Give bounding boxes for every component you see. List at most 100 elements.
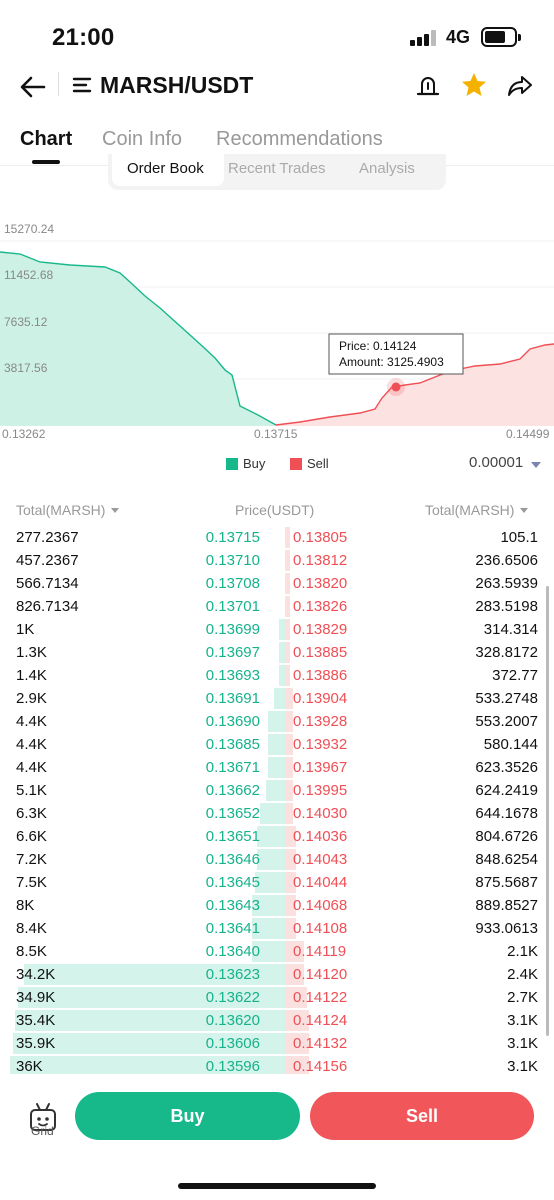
orderbook-row[interactable]: 4.4K 0.13671 0.13967 623.3526 (0, 756, 554, 779)
ask-price[interactable]: 0.13967 (293, 759, 347, 776)
bid-price[interactable]: 0.13671 (206, 759, 260, 776)
orderbook-row[interactable]: 8K 0.13643 0.14068 889.8527 (0, 894, 554, 917)
orderbook-row[interactable]: 4.4K 0.13685 0.13932 580.144 (0, 733, 554, 756)
bid-price[interactable]: 0.13697 (206, 644, 260, 661)
bid-price[interactable]: 0.13643 (206, 897, 260, 914)
ask-price[interactable]: 0.13812 (293, 552, 347, 569)
ask-price[interactable]: 0.14036 (293, 828, 347, 845)
orderbook-row[interactable]: 35.9K 0.13606 0.14132 3.1K (0, 1032, 554, 1055)
orderbook-row[interactable]: 1.4K 0.13693 0.13886 372.77 (0, 664, 554, 687)
ask-price[interactable]: 0.13805 (293, 529, 347, 546)
pair-title[interactable]: MARSH/USDT (100, 72, 253, 99)
segment-analysis[interactable]: Analysis (359, 160, 415, 177)
orderbook-row[interactable]: 5.1K 0.13662 0.13995 624.2419 (0, 779, 554, 802)
orderbook-scrollbar[interactable] (546, 586, 549, 1036)
tab-coin-info[interactable]: Coin Info (102, 128, 182, 151)
tab-chart[interactable]: Chart (20, 128, 72, 151)
grid-bot-icon[interactable] (24, 1092, 62, 1148)
ask-price[interactable]: 0.14044 (293, 874, 347, 891)
bid-price[interactable]: 0.13690 (206, 713, 260, 730)
bid-price[interactable]: 0.13715 (206, 529, 260, 546)
legend-buy-swatch (226, 458, 238, 470)
orderbook-row[interactable]: 34.2K 0.13623 0.14120 2.4K (0, 963, 554, 986)
orderbook-row[interactable]: 34.9K 0.13622 0.14122 2.7K (0, 986, 554, 1009)
header-total-ask[interactable]: Total(MARSH) (425, 502, 529, 518)
segment-order-book[interactable]: Order Book (127, 160, 204, 177)
ask-total: 328.8172 (475, 644, 538, 661)
grid-label[interactable]: Grid (31, 1124, 54, 1138)
bid-price[interactable]: 0.13606 (206, 1035, 260, 1052)
header-total-bid[interactable]: Total(MARSH) (16, 502, 120, 518)
x-tick-label: 0.13262 (2, 427, 46, 441)
bid-price[interactable]: 0.13651 (206, 828, 260, 845)
bid-price[interactable]: 0.13685 (206, 736, 260, 753)
menu-icon[interactable] (72, 75, 92, 95)
ask-price[interactable]: 0.14068 (293, 897, 347, 914)
ask-price[interactable]: 0.14043 (293, 851, 347, 868)
orderbook-row[interactable]: 8.4K 0.13641 0.14108 933.0613 (0, 917, 554, 940)
segment-recent-trades[interactable]: Recent Trades (228, 160, 326, 177)
sell-button[interactable]: Sell (310, 1092, 534, 1140)
back-arrow-icon[interactable] (18, 72, 48, 102)
ask-price[interactable]: 0.14156 (293, 1058, 347, 1074)
ask-price[interactable]: 0.13826 (293, 598, 347, 615)
bid-price[interactable]: 0.13620 (206, 1012, 260, 1029)
ask-price[interactable]: 0.13904 (293, 690, 347, 707)
ask-price[interactable]: 0.14132 (293, 1035, 347, 1052)
orderbook-row[interactable]: 6.3K 0.13652 0.14030 644.1678 (0, 802, 554, 825)
bid-price[interactable]: 0.13708 (206, 575, 260, 592)
bid-price[interactable]: 0.13701 (206, 598, 260, 615)
depth-chart[interactable]: Price: 0.14124 Amount: 3125.4903 15270.2… (0, 210, 554, 445)
orderbook-row[interactable]: 277.2367 0.13715 0.13805 105.1 (0, 526, 554, 549)
precision-caret-icon[interactable] (531, 462, 541, 468)
favorite-star-icon[interactable] (460, 71, 488, 99)
price-alert-icon[interactable] (414, 72, 442, 100)
orderbook-row[interactable]: 35.4K 0.13620 0.14124 3.1K (0, 1009, 554, 1032)
orderbook-row[interactable]: 8.5K 0.13640 0.14119 2.1K (0, 940, 554, 963)
ask-price[interactable]: 0.14030 (293, 805, 347, 822)
orderbook-row[interactable]: 36K 0.13596 0.14156 3.1K (0, 1055, 554, 1074)
bid-price[interactable]: 0.13710 (206, 552, 260, 569)
ask-price[interactable]: 0.14120 (293, 966, 347, 983)
bid-price[interactable]: 0.13641 (206, 920, 260, 937)
bid-price[interactable]: 0.13640 (206, 943, 260, 960)
orderbook-row[interactable]: 1K 0.13699 0.13829 314.314 (0, 618, 554, 641)
tab-recommendations[interactable]: Recommendations (216, 128, 383, 151)
buy-button[interactable]: Buy (75, 1092, 300, 1140)
orderbook-row[interactable]: 1.3K 0.13697 0.13885 328.8172 (0, 641, 554, 664)
bid-price[interactable]: 0.13652 (206, 805, 260, 822)
orderbook-row[interactable]: 7.2K 0.13646 0.14043 848.6254 (0, 848, 554, 871)
bid-price[interactable]: 0.13596 (206, 1058, 260, 1074)
orderbook-row[interactable]: 6.6K 0.13651 0.14036 804.6726 (0, 825, 554, 848)
orderbook-list[interactable]: 277.2367 0.13715 0.13805 105.1 457.2367 0.137… (0, 526, 554, 1074)
orderbook-row[interactable]: 7.5K 0.13645 0.14044 875.5687 (0, 871, 554, 894)
bid-price[interactable]: 0.13699 (206, 621, 260, 638)
bid-price[interactable]: 0.13691 (206, 690, 260, 707)
orderbook-row[interactable]: 566.7134 0.13708 0.13820 263.5939 (0, 572, 554, 595)
orderbook-row[interactable]: 4.4K 0.13690 0.13928 553.2007 (0, 710, 554, 733)
bid-price[interactable]: 0.13693 (206, 667, 260, 684)
ask-price[interactable]: 0.14119 (293, 943, 346, 960)
share-icon[interactable] (506, 72, 534, 100)
ask-price[interactable]: 0.13886 (293, 667, 347, 684)
ask-price[interactable]: 0.13995 (293, 782, 347, 799)
ask-price[interactable]: 0.13932 (293, 736, 347, 753)
bid-total: 826.7134 (16, 598, 79, 615)
bid-price[interactable]: 0.13622 (206, 989, 260, 1006)
ask-price[interactable]: 0.13820 (293, 575, 347, 592)
bid-price[interactable]: 0.13662 (206, 782, 260, 799)
ask-price[interactable]: 0.14122 (293, 989, 347, 1006)
ask-price[interactable]: 0.13928 (293, 713, 347, 730)
bid-price[interactable]: 0.13623 (206, 966, 260, 983)
bid-price[interactable]: 0.13646 (206, 851, 260, 868)
orderbook-row[interactable]: 826.7134 0.13701 0.13826 283.5198 (0, 595, 554, 618)
ask-price[interactable]: 0.14124 (293, 1012, 347, 1029)
orderbook-row[interactable]: 2.9K 0.13691 0.13904 533.2748 (0, 687, 554, 710)
bid-price[interactable]: 0.13645 (206, 874, 260, 891)
ask-price[interactable]: 0.13829 (293, 621, 347, 638)
ask-price[interactable]: 0.13885 (293, 644, 347, 661)
ask-price[interactable]: 0.14108 (293, 920, 347, 937)
orderbook-row[interactable]: 457.2367 0.13710 0.13812 236.6506 (0, 549, 554, 572)
precision-select[interactable]: 0.00001 (469, 454, 523, 471)
ask-depth-bar (285, 642, 290, 663)
